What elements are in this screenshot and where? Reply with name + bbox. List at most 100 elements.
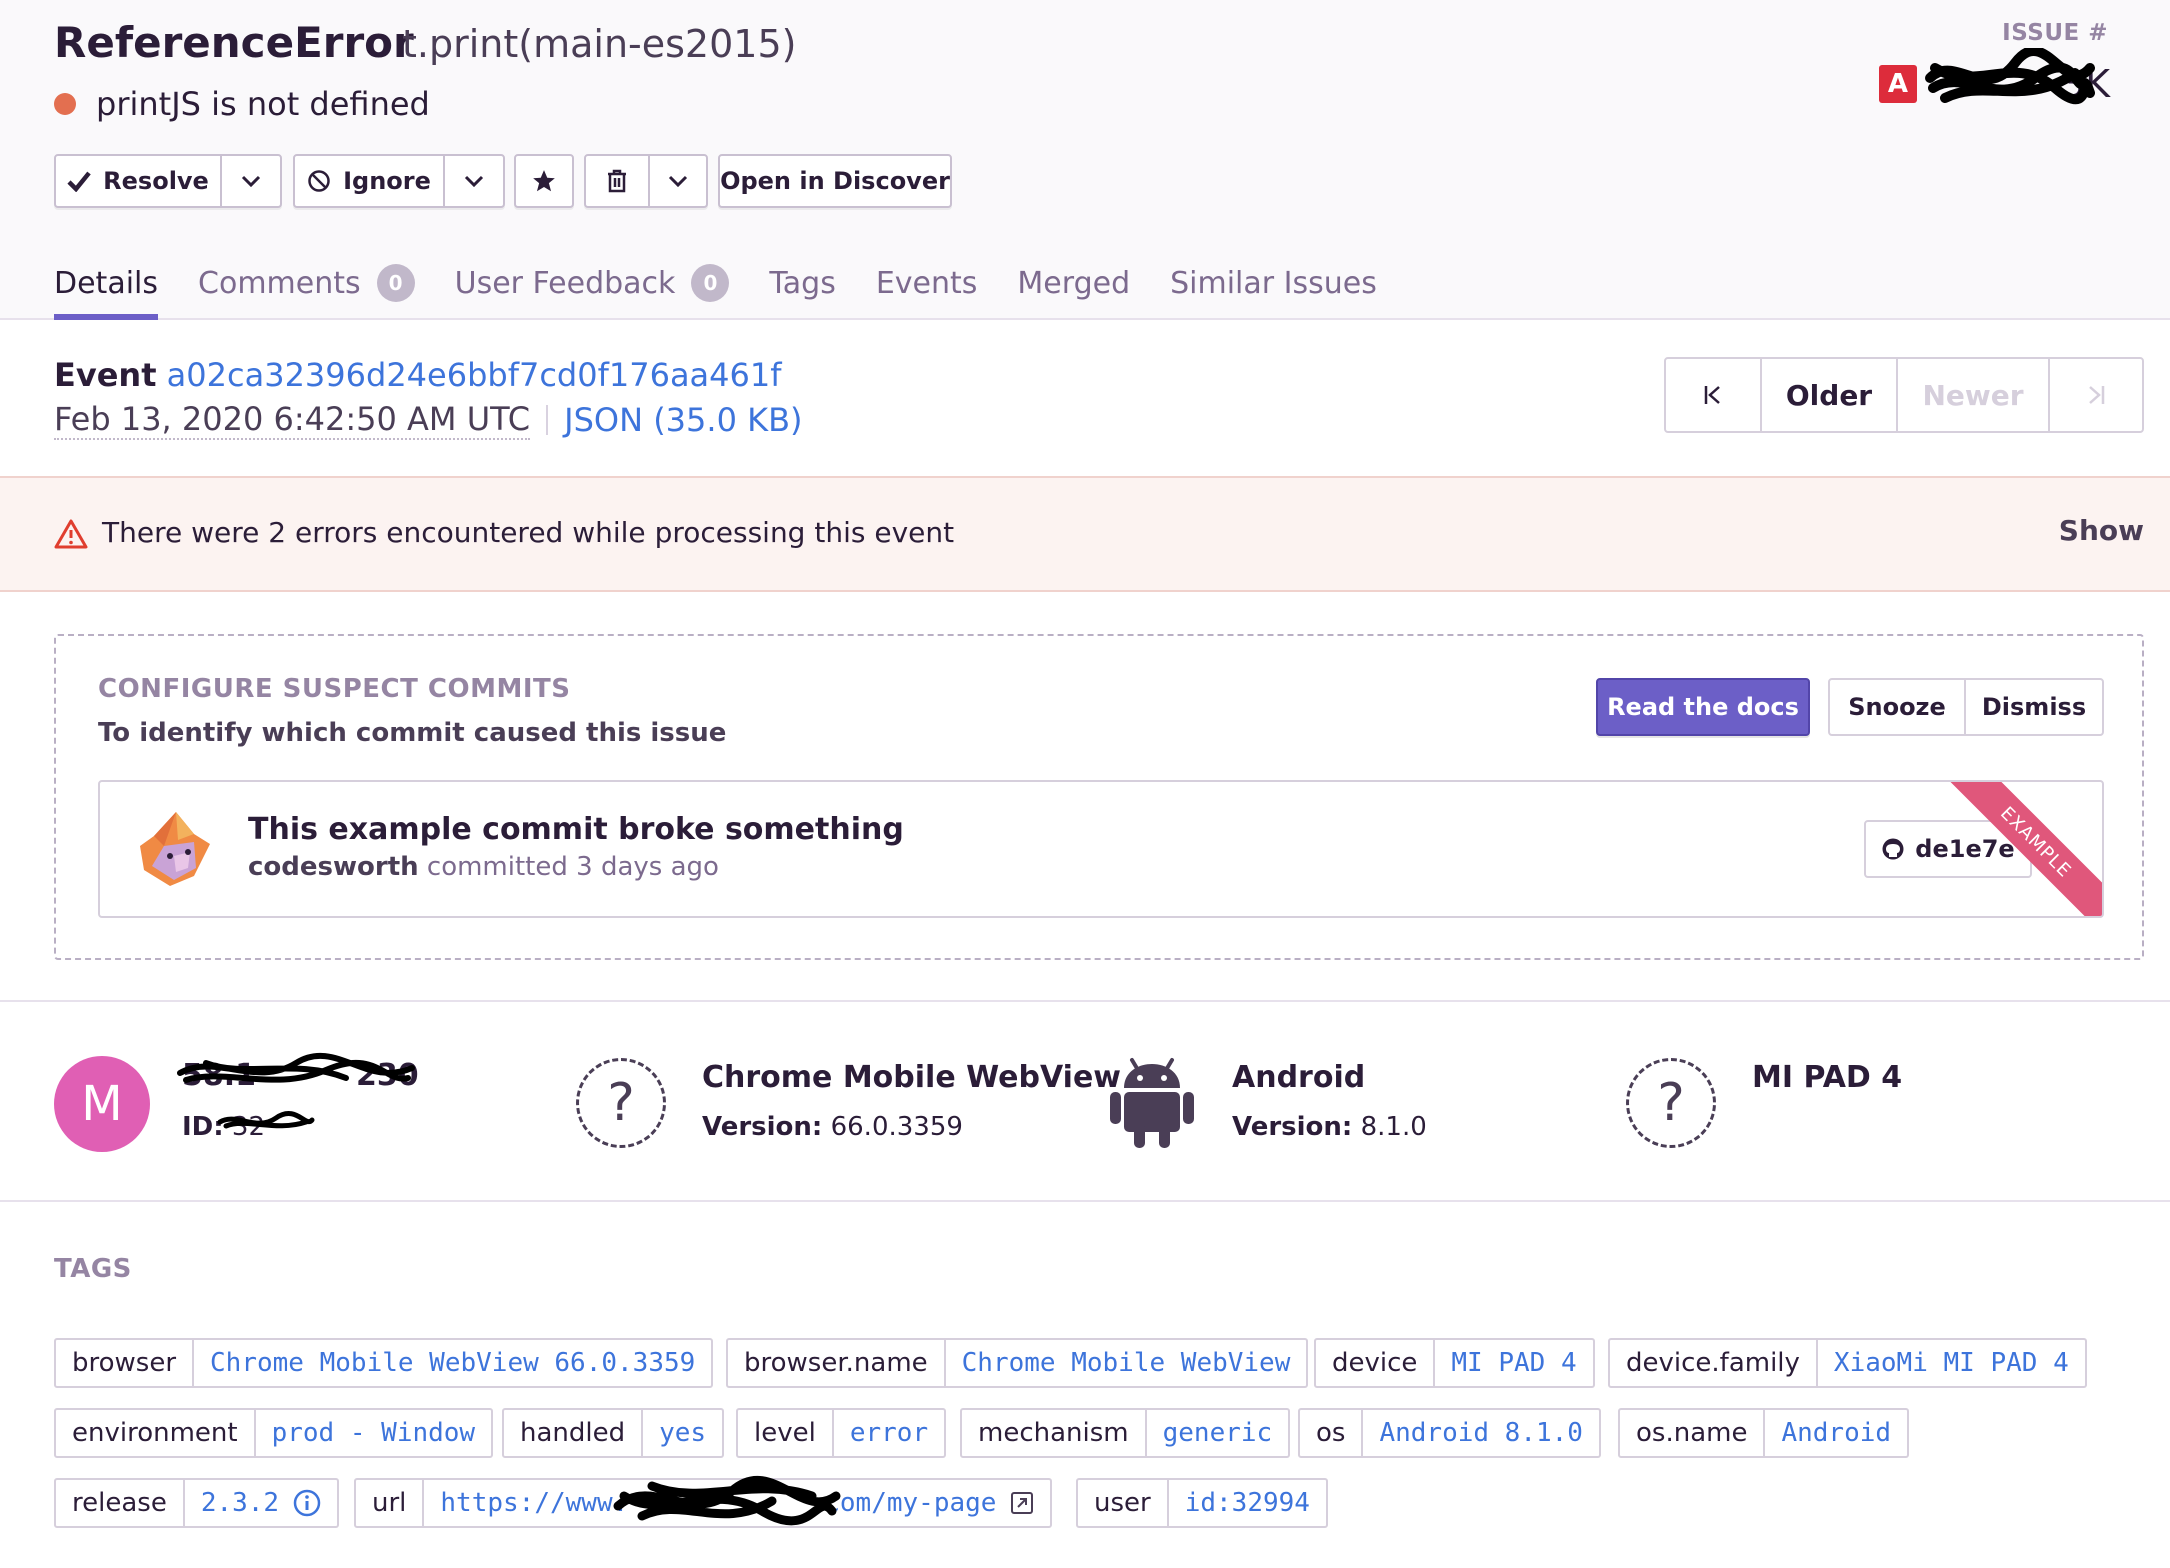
info-icon[interactable] <box>293 1489 321 1517</box>
tag-os-name[interactable]: os.name Android <box>1618 1408 1910 1458</box>
event-id-link[interactable]: a02ca32396d24e6bbf7cd0f176aa461f <box>167 356 782 394</box>
unknown-browser-icon: ? <box>576 1058 666 1148</box>
tab-events[interactable]: Events <box>876 248 978 318</box>
suspect-commits-subtitle: To identify which commit caused this iss… <box>98 718 727 748</box>
avatar: M <box>54 1056 150 1152</box>
dismiss-button[interactable]: Dismiss <box>1964 680 2102 734</box>
tag-level[interactable]: level error <box>736 1408 947 1458</box>
event-date-line: Feb 13, 2020 6:42:50 AM UTC JSON (35.0 K… <box>54 400 803 440</box>
tab-comments[interactable]: Comments 0 <box>198 248 415 318</box>
event-context-summary: M 58.1 230 ID: 32 ? Chrome Mobile WebView… <box>0 1000 2170 1202</box>
errors-show-button[interactable]: Show <box>2059 514 2144 547</box>
newer-event-button[interactable]: Newer <box>1896 359 2048 431</box>
resolve-dropdown[interactable] <box>220 156 280 206</box>
first-page-icon <box>1704 386 1720 404</box>
tag-key: browser.name <box>728 1340 946 1386</box>
redaction-scribble <box>1924 48 2095 105</box>
ignore-icon <box>308 170 330 192</box>
version-value: 8.1.0 <box>1360 1112 1427 1142</box>
commit-author: codesworth <box>248 852 419 882</box>
chevron-down-icon <box>241 175 261 187</box>
tag-value-wrap[interactable]: 2.3.2 <box>185 1480 337 1526</box>
commit-time: committed 3 days ago <box>426 852 719 882</box>
issue-type: ReferenceError <box>54 18 414 67</box>
issue-message-text: printJS is not defined <box>96 85 430 123</box>
tag-device[interactable]: device MI PAD 4 <box>1314 1338 1595 1388</box>
tag-value[interactable]: Chrome Mobile WebView <box>946 1340 1307 1386</box>
tag-value[interactable]: prod - Window <box>256 1410 492 1456</box>
tag-key: url <box>356 1480 425 1526</box>
delete-dropdown[interactable] <box>648 156 706 206</box>
event-errors-banner: There were 2 errors encountered while pr… <box>0 476 2170 592</box>
snooze-button[interactable]: Snooze <box>1830 680 1964 734</box>
commit-title: This example commit broke something <box>248 812 904 847</box>
event-date: Feb 13, 2020 6:42:50 AM UTC <box>54 400 531 440</box>
tag-value: 2.3.2 <box>200 1488 280 1518</box>
delete-button[interactable] <box>586 156 648 206</box>
tag-key: environment <box>56 1410 256 1456</box>
tag-release[interactable]: release 2.3.2 <box>54 1478 340 1528</box>
warning-icon <box>54 519 88 549</box>
ignore-dropdown[interactable] <box>443 156 503 206</box>
tab-label: Details <box>54 265 159 301</box>
tag-mechanism[interactable]: mechanism generic <box>960 1408 1291 1458</box>
tag-device-family[interactable]: device.family XiaoMi MI PAD 4 <box>1608 1338 2087 1388</box>
divider <box>546 405 549 435</box>
tab-user-feedback[interactable]: User Feedback 0 <box>455 248 730 318</box>
tag-user[interactable]: user id:32994 <box>1076 1478 1328 1528</box>
github-icon <box>1882 838 1904 860</box>
tag-value[interactable]: Chrome Mobile WebView 66.0.3359 <box>194 1340 711 1386</box>
commit-meta: codesworth committed 3 days ago <box>248 852 719 882</box>
tag-os[interactable]: os Android 8.1.0 <box>1298 1408 1601 1458</box>
open-in-discover-label: Open in Discover <box>720 167 950 195</box>
tag-value[interactable]: Android 8.1.0 <box>1363 1410 1599 1456</box>
count-badge: 0 <box>376 264 415 302</box>
tag-value[interactable]: yes <box>643 1410 722 1456</box>
tag-value[interactable]: generic <box>1147 1410 1289 1456</box>
tag-browser-name[interactable]: browser.name Chrome Mobile WebView <box>726 1338 1309 1388</box>
last-page-icon <box>2089 386 2105 404</box>
issue-number-label: ISSUE # <box>2002 20 2108 46</box>
browser-version: Version: 66.0.3359 <box>702 1112 963 1142</box>
event-id-line: Event a02ca32396d24e6bbf7cd0f176aa461f <box>54 356 782 394</box>
angular-icon: A <box>1878 65 1917 103</box>
tag-environment[interactable]: environment prod - Window <box>54 1408 494 1458</box>
tag-value[interactable]: id:32994 <box>1169 1480 1326 1526</box>
tab-similar-issues[interactable]: Similar Issues <box>1170 248 1377 318</box>
tag-handled[interactable]: handled yes <box>502 1408 725 1458</box>
ignore-button[interactable]: Ignore <box>295 156 443 206</box>
tab-label: User Feedback <box>454 265 676 301</box>
redaction-scribble <box>613 1475 841 1526</box>
tab-label: Similar Issues <box>1170 265 1377 301</box>
bookmark-button[interactable] <box>514 154 574 208</box>
read-docs-button[interactable]: Read the docs <box>1596 678 1810 736</box>
chevron-down-icon <box>668 175 688 187</box>
oldest-event-button[interactable] <box>1666 359 1760 431</box>
tag-value[interactable]: error <box>834 1410 944 1456</box>
tab-tags[interactable]: Tags <box>769 248 835 318</box>
event-json-link[interactable]: JSON (35.0 KB) <box>564 401 802 439</box>
redaction-scribble <box>177 1052 415 1083</box>
ignore-label: Ignore <box>343 167 431 195</box>
tag-browser[interactable]: browser Chrome Mobile WebView 66.0.3359 <box>54 1338 714 1388</box>
tag-key: user <box>1078 1480 1169 1526</box>
suspect-commits-panel: CONFIGURE SUSPECT COMMITS To identify wh… <box>54 634 2144 960</box>
newest-event-button[interactable] <box>2048 359 2142 431</box>
redaction-scribble <box>217 1111 315 1129</box>
resolve-button[interactable]: Resolve <box>56 156 220 206</box>
unknown-device-icon: ? <box>1626 1058 1716 1148</box>
tag-value[interactable]: Android <box>1765 1410 1907 1456</box>
issue-header: ReferenceError t.print(main-es2015) prin… <box>0 0 2170 320</box>
external-link-icon[interactable] <box>1010 1491 1034 1515</box>
tab-merged[interactable]: Merged <box>1017 248 1130 318</box>
tag-key: os <box>1300 1410 1364 1456</box>
tab-details[interactable]: Details <box>54 248 159 320</box>
fox-illustration-icon <box>140 812 210 886</box>
version-label: Version: <box>702 1112 823 1142</box>
older-event-button[interactable]: Older <box>1760 359 1896 431</box>
issue-number: A 3K <box>1878 48 2110 106</box>
open-in-discover-button[interactable]: Open in Discover <box>718 154 952 208</box>
tag-value[interactable]: MI PAD 4 <box>1435 1340 1592 1386</box>
tag-value[interactable]: XiaoMi MI PAD 4 <box>1818 1340 2085 1386</box>
tag-value-tail: com/my-page <box>824 1488 997 1518</box>
